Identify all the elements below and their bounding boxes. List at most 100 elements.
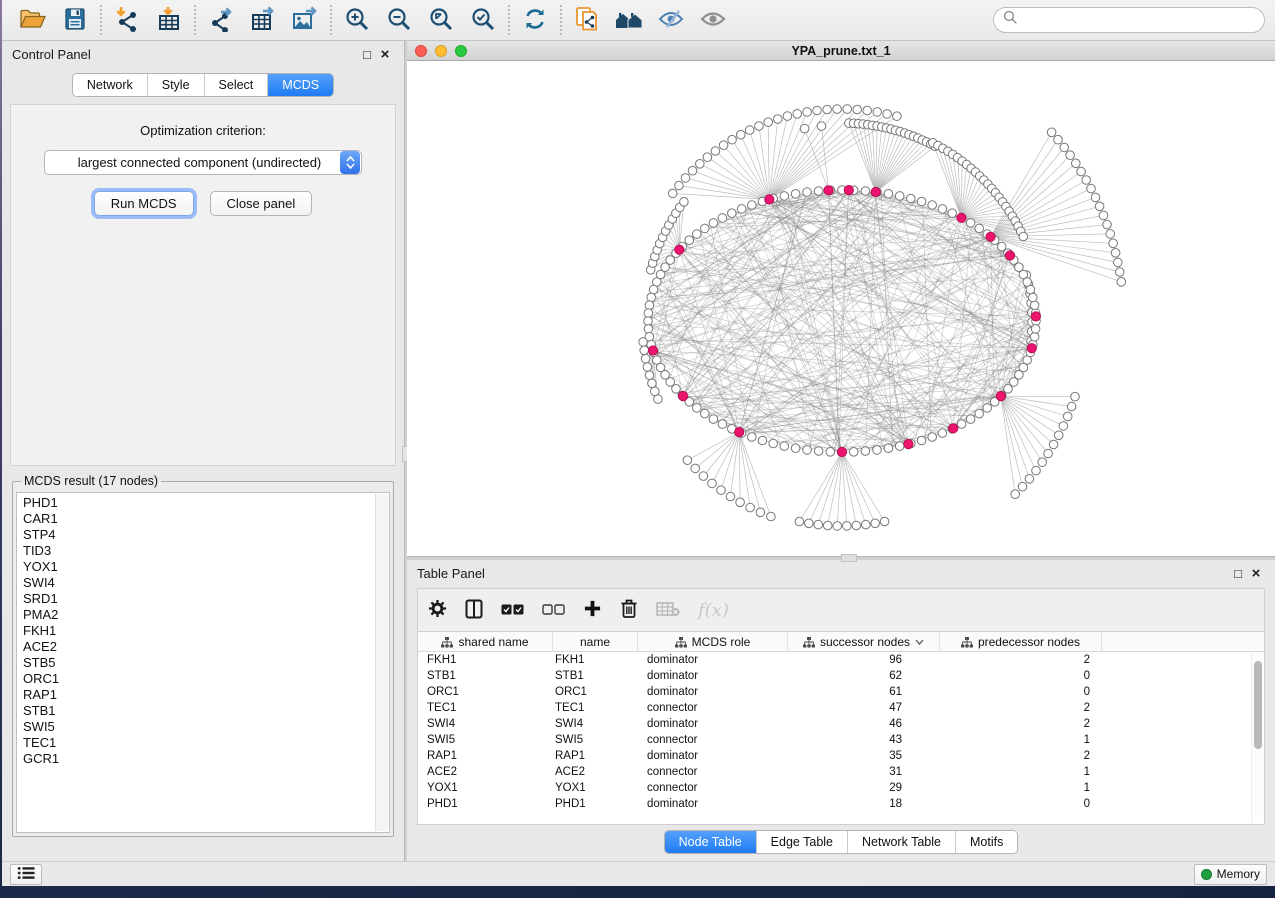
mcds-result-item[interactable]: TEC1 — [23, 735, 389, 751]
fx-icon: f(x) — [698, 600, 729, 621]
mcds-result-item[interactable]: SRD1 — [23, 591, 389, 607]
table-tab[interactable]: Edge Table — [757, 831, 848, 853]
column-header[interactable]: MCDS role — [638, 632, 788, 652]
column-header[interactable]: name — [553, 632, 638, 652]
cell-successor-nodes: 47 — [788, 702, 940, 714]
minimize-window-icon[interactable] — [435, 45, 447, 57]
sitemap-icon — [441, 637, 453, 648]
export-network-icon — [208, 6, 234, 35]
import-network-button[interactable] — [106, 3, 148, 37]
hide-selected-button[interactable] — [650, 3, 692, 37]
table-settings-button[interactable] — [428, 599, 447, 621]
horizontal-splitter[interactable] — [407, 557, 1275, 560]
table-row[interactable]: YOX1 YOX1 connector 29 1 — [418, 780, 1264, 796]
splitter-grip[interactable] — [841, 554, 857, 562]
table-tab[interactable]: Network Table — [848, 831, 956, 853]
mcds-result-item[interactable]: SWI4 — [23, 575, 389, 591]
table-scrollbar[interactable] — [1251, 653, 1263, 823]
table-row[interactable]: PHD1 PHD1 dominator 18 0 — [418, 796, 1264, 812]
save-session-button[interactable] — [54, 3, 96, 37]
close-panel-icon[interactable]: × — [376, 47, 394, 62]
column-header[interactable]: shared name — [418, 632, 553, 652]
cell-mcds-role: connector — [638, 734, 788, 746]
scrollbar-thumb[interactable] — [1254, 661, 1262, 749]
add-column-button[interactable] — [583, 599, 602, 621]
show-all-button[interactable] — [692, 3, 734, 37]
zoom-in-button[interactable] — [336, 3, 378, 37]
control-panel-tab[interactable]: Network — [73, 74, 148, 96]
mcds-result-item[interactable]: RAP1 — [23, 687, 389, 703]
import-table-button[interactable] — [148, 3, 190, 37]
column-header[interactable]: successor nodes — [788, 632, 940, 652]
mcds-result-item[interactable]: TID3 — [23, 543, 389, 559]
mcds-result-item[interactable]: ORC1 — [23, 671, 389, 687]
mcds-result-item[interactable]: STB5 — [23, 655, 389, 671]
mcds-result-list[interactable]: PHD1CAR1STP4TID3YOX1SWI4SRD1PMA2FKH1ACE2… — [16, 492, 390, 833]
control-panel-tab[interactable]: Style — [148, 74, 205, 96]
mcds-result-item[interactable]: SWI5 — [23, 719, 389, 735]
control-panel-tab[interactable]: MCDS — [268, 74, 333, 96]
zoom-out-button[interactable] — [378, 3, 420, 37]
run-mcds-button[interactable]: Run MCDS — [94, 191, 194, 216]
sitemap-icon — [961, 637, 973, 648]
maximize-window-icon[interactable] — [455, 45, 467, 57]
memory-button[interactable]: Memory — [1194, 864, 1267, 885]
close-panel-icon[interactable]: × — [1247, 566, 1265, 581]
float-panel-icon[interactable]: □ — [1229, 567, 1247, 580]
import-table-icon — [156, 6, 182, 35]
table-row[interactable]: TEC1 TEC1 connector 47 2 — [418, 700, 1264, 716]
cell-successor-nodes: 43 — [788, 734, 940, 746]
mcds-result-item[interactable]: STP4 — [23, 527, 389, 543]
show-columns-button[interactable] — [465, 599, 483, 622]
task-history-button[interactable] — [10, 864, 42, 885]
table-row[interactable]: FKH1 FKH1 dominator 96 2 — [418, 652, 1264, 668]
close-panel-button[interactable]: Close panel — [210, 191, 313, 216]
open-file-button[interactable] — [12, 3, 54, 37]
sitemap-icon — [803, 637, 815, 648]
refresh-layout-button[interactable] — [514, 3, 556, 37]
network-graph[interactable] — [407, 61, 1275, 557]
mcds-result-item[interactable]: STB1 — [23, 703, 389, 719]
select-all-button[interactable] — [501, 603, 524, 618]
cell-mcds-role: dominator — [638, 670, 788, 682]
delete-table-button[interactable] — [656, 601, 680, 620]
deselect-all-button[interactable] — [542, 603, 565, 618]
search-input[interactable] — [1018, 13, 1255, 27]
export-network-button[interactable] — [200, 3, 242, 37]
column-header[interactable]: predecessor nodes — [940, 632, 1102, 652]
float-panel-icon[interactable]: □ — [358, 48, 376, 61]
optimization-criterion-select[interactable]: largest connected component (undirected) — [44, 150, 362, 175]
close-window-icon[interactable] — [415, 45, 427, 57]
mcds-result-item[interactable]: GCR1 — [23, 751, 389, 767]
function-builder-button[interactable]: f(x) — [698, 600, 729, 621]
mcds-result-item[interactable]: ACE2 — [23, 639, 389, 655]
result-list-scrollbar[interactable] — [375, 494, 388, 831]
zoom-fit-button[interactable] — [420, 3, 462, 37]
home-layout-button[interactable] — [608, 3, 650, 37]
table-tab[interactable]: Node Table — [665, 831, 757, 853]
cell-predecessor-nodes: 2 — [940, 718, 1102, 730]
mcds-result-item[interactable]: CAR1 — [23, 511, 389, 527]
table-row[interactable]: SWI4 SWI4 dominator 46 2 — [418, 716, 1264, 732]
mcds-result-item[interactable]: YOX1 — [23, 559, 389, 575]
table-row[interactable]: SWI5 SWI5 connector 43 1 — [418, 732, 1264, 748]
clone-network-button[interactable] — [566, 3, 608, 37]
network-canvas[interactable] — [407, 61, 1275, 556]
export-table-button[interactable] — [242, 3, 284, 37]
table-row[interactable]: ORC1 ORC1 dominator 61 0 — [418, 684, 1264, 700]
mcds-result-item[interactable]: PMA2 — [23, 607, 389, 623]
table-tab[interactable]: Motifs — [956, 831, 1017, 853]
control-panel-tab[interactable]: Select — [205, 74, 269, 96]
table-row[interactable]: RAP1 RAP1 dominator 35 2 — [418, 748, 1264, 764]
control-panel-title: Control Panel — [12, 47, 358, 62]
export-image-button[interactable] — [284, 3, 326, 37]
table-header-row: shared name name — [418, 632, 1264, 652]
mcds-result-item[interactable]: PHD1 — [23, 495, 389, 511]
mcds-result-item[interactable]: FKH1 — [23, 623, 389, 639]
delete-column-button[interactable] — [620, 598, 638, 622]
table-row[interactable]: ACE2 ACE2 connector 31 1 — [418, 764, 1264, 780]
table-row[interactable]: STB1 STB1 dominator 62 0 — [418, 668, 1264, 684]
cell-successor-nodes: 35 — [788, 750, 940, 762]
zoom-selected-button[interactable] — [462, 3, 504, 37]
cell-successor-nodes: 62 — [788, 670, 940, 682]
